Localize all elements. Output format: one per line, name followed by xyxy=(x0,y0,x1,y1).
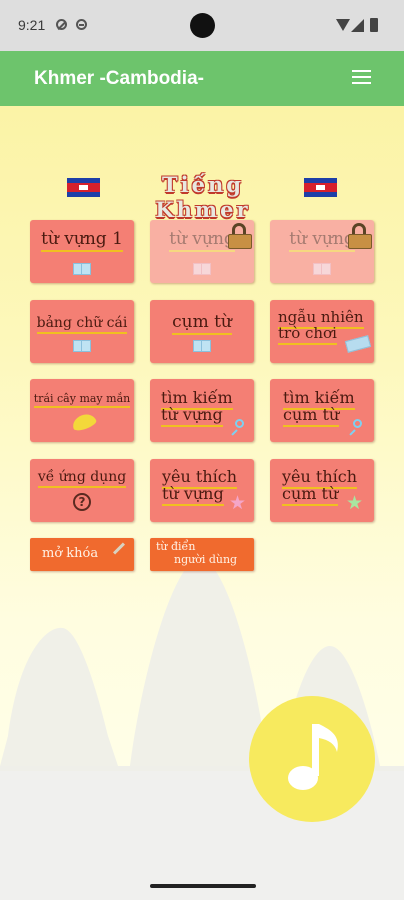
tile-label: từ vựng 1 xyxy=(41,229,123,252)
navigation-handle[interactable] xyxy=(150,884,256,888)
do-not-disturb-icon xyxy=(56,19,67,30)
tile-label: bảng chữ cái xyxy=(36,315,128,334)
wifi-icon xyxy=(336,19,350,31)
tile-alphabet[interactable]: bảng chữ cái xyxy=(30,300,134,363)
tile-label: về ứng dụng xyxy=(37,469,127,488)
page-title: Tiếng Khmer xyxy=(155,172,251,222)
tile-label-line2: cụm từ xyxy=(282,483,339,506)
app-bar: Khmer -Cambodia- xyxy=(0,51,404,106)
book-icon xyxy=(313,263,331,275)
cambodia-flag-icon xyxy=(67,178,100,197)
tile-label: từ vựng xyxy=(289,229,355,252)
tile-phrases[interactable]: cụm từ xyxy=(150,300,254,363)
tile-label: từ vựng xyxy=(169,229,235,252)
tile-favorite-vocabulary[interactable]: yêu thích từ vựng ★ xyxy=(150,459,254,522)
tile-vocabulary-1[interactable]: từ vựng 1 xyxy=(30,220,134,283)
user-dictionary-button[interactable]: từ điển người dùng xyxy=(150,538,254,571)
book-icon xyxy=(193,340,211,352)
app-title: Khmer -Cambodia- xyxy=(34,68,204,89)
tile-label-line2: trò chơi xyxy=(278,323,337,345)
book-icon xyxy=(193,263,211,275)
tile-label-line2: từ vựng xyxy=(162,483,224,506)
banana-icon xyxy=(70,411,98,433)
sync-icon xyxy=(76,19,87,30)
battery-icon xyxy=(370,18,378,32)
tile-search-vocabulary[interactable]: tìm kiếm từ vựng xyxy=(150,379,254,442)
book-icon xyxy=(73,263,91,275)
tile-lucky-fruit[interactable]: trái cây may mắn xyxy=(30,379,134,442)
status-time: 9:21 xyxy=(18,17,46,33)
camera-cutout xyxy=(190,13,215,38)
star-icon: ★ xyxy=(229,492,247,514)
unlock-label: mở khóa xyxy=(42,546,99,561)
tile-label: cụm từ xyxy=(172,312,232,335)
wrench-icon xyxy=(112,542,126,555)
tile-random-game[interactable]: ngẫu nhiên trò chơi xyxy=(270,300,374,363)
music-note-icon xyxy=(288,724,338,790)
main-content: Tiếng Khmer từ vựng 1 từ vựng từ vựng bả… xyxy=(0,106,404,900)
dictionary-label-line2: người dùng xyxy=(174,553,238,566)
music-fab-button[interactable] xyxy=(249,696,375,822)
search-icon xyxy=(348,419,362,436)
tile-favorite-phrases[interactable]: yêu thích cụm từ ★ xyxy=(270,459,374,522)
tile-vocabulary-2[interactable]: từ vựng xyxy=(150,220,254,283)
tile-vocabulary-3[interactable]: từ vựng xyxy=(270,220,374,283)
unlock-button[interactable]: mở khóa xyxy=(30,538,134,571)
tile-label-line2: cụm từ xyxy=(283,404,340,427)
tile-label: trái cây may mắn xyxy=(33,392,131,408)
menu-icon[interactable] xyxy=(352,70,371,85)
help-icon: ? xyxy=(73,493,91,511)
dictionary-label-line1: từ điển xyxy=(156,540,196,553)
status-bar: 9:21 xyxy=(0,0,404,51)
book-icon xyxy=(73,340,91,352)
tile-label-line2: từ vựng xyxy=(161,404,223,427)
lock-icon xyxy=(227,223,253,249)
signal-icon xyxy=(351,19,364,32)
lock-icon xyxy=(347,223,373,249)
tile-about-app[interactable]: về ứng dụng ? xyxy=(30,459,134,522)
search-icon xyxy=(230,419,244,436)
tile-search-phrases[interactable]: tìm kiếm cụm từ xyxy=(270,379,374,442)
star-icon: ★ xyxy=(346,492,364,514)
cambodia-flag-icon xyxy=(304,178,337,197)
